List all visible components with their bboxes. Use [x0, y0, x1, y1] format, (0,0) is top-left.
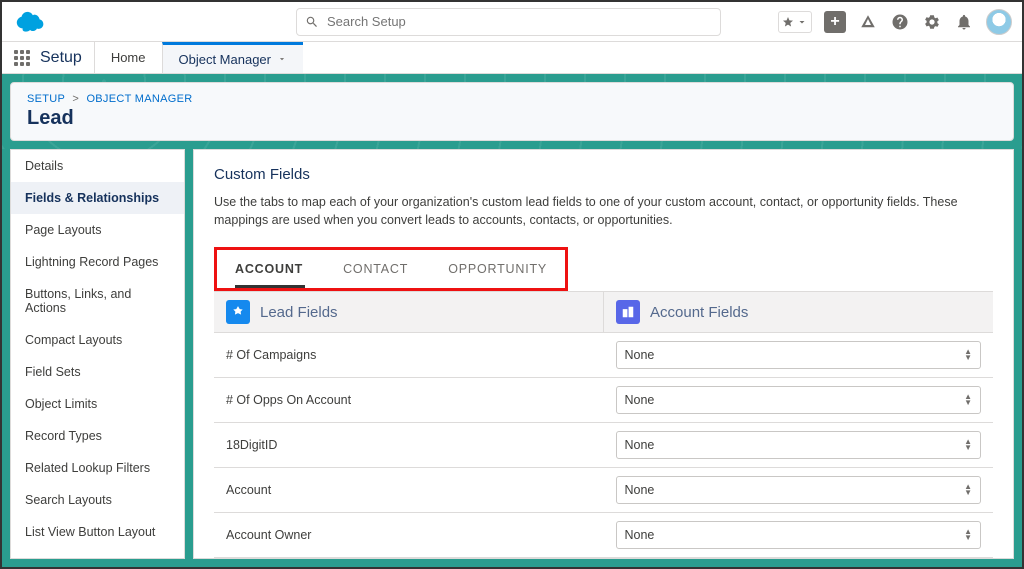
- select-value: None: [625, 348, 655, 362]
- chevron-down-icon: [277, 52, 287, 67]
- star-icon: [782, 16, 794, 28]
- create-button[interactable]: +: [824, 11, 846, 33]
- tab-opportunity[interactable]: OPPORTUNITY: [448, 262, 547, 282]
- lead-field-label: # Of Opps On Account: [214, 378, 604, 422]
- column-header-account: Account Fields: [603, 292, 993, 332]
- global-header: +: [2, 2, 1022, 42]
- app-launcher-icon: [14, 50, 30, 66]
- gear-icon[interactable]: [922, 12, 942, 32]
- account-field-select[interactable]: None ▲▼: [616, 431, 982, 459]
- page-title: Lead: [27, 107, 997, 130]
- sidebar-item-lightning-record-pages[interactable]: Lightning Record Pages: [11, 246, 184, 278]
- account-field-cell: None ▲▼: [604, 333, 994, 377]
- mapping-table: Lead Fields Account Fields # Of Campaign…: [214, 291, 993, 559]
- account-field-cell: None ▲▼: [604, 513, 994, 557]
- sidebar-item-field-sets[interactable]: Field Sets: [11, 356, 184, 388]
- app-name: Setup: [40, 49, 82, 67]
- select-stepper-icon: ▲▼: [964, 439, 972, 451]
- account-field-cell: None ▲▼: [604, 378, 994, 422]
- column-header-account-label: Account Fields: [650, 304, 748, 321]
- sidebar-item-search-layouts[interactable]: Search Layouts: [11, 484, 184, 516]
- mapping-row: Account None ▲▼: [214, 468, 993, 513]
- favorites-button[interactable]: [778, 11, 812, 33]
- sidebar-item-buttons-links-and-actions[interactable]: Buttons, Links, and Actions: [11, 278, 184, 324]
- mapping-row: # Of Opps On Account None ▲▼: [214, 378, 993, 423]
- sidebar-item-object-access[interactable]: Object Access: [11, 548, 184, 558]
- column-header-lead: Lead Fields: [214, 292, 603, 332]
- select-stepper-icon: ▲▼: [964, 484, 972, 496]
- account-field-select[interactable]: None ▲▼: [616, 341, 982, 369]
- lead-field-label: # Of Campaigns: [214, 333, 604, 377]
- mapping-row: 18DigitID None ▲▼: [214, 423, 993, 468]
- lead-field-label: Account: [214, 468, 604, 512]
- select-stepper-icon: ▲▼: [964, 349, 972, 361]
- page-header-band: SETUP > OBJECT MANAGER Lead: [2, 74, 1022, 149]
- sidebar-item-page-layouts[interactable]: Page Layouts: [11, 214, 184, 246]
- main-content: Custom Fields Use the tabs to map each o…: [193, 149, 1014, 559]
- account-field-select[interactable]: None ▲▼: [616, 476, 982, 504]
- tab-contact[interactable]: CONTACT: [343, 262, 408, 282]
- lead-field-label: Brand: [214, 558, 604, 559]
- sidebar-item-compact-layouts[interactable]: Compact Layouts: [11, 324, 184, 356]
- mapping-tabs-highlight: ACCOUNT CONTACT OPPORTUNITY: [214, 247, 568, 291]
- mapping-tabs: ACCOUNT CONTACT OPPORTUNITY: [223, 256, 559, 288]
- select-stepper-icon: ▲▼: [964, 394, 972, 406]
- account-field-select[interactable]: None ▲▼: [616, 386, 982, 414]
- lead-icon: [226, 300, 250, 324]
- tab-home[interactable]: Home: [94, 42, 162, 73]
- account-field-select[interactable]: None ▲▼: [616, 521, 982, 549]
- mapping-row: # Of Campaigns None ▲▼: [214, 333, 993, 378]
- help-icon[interactable]: [890, 12, 910, 32]
- account-field-cell: None ▲▼: [604, 468, 994, 512]
- context-nav: Setup Home Object Manager: [2, 42, 1022, 74]
- section-description: Use the tabs to map each of your organiz…: [214, 193, 993, 229]
- search-icon: [305, 15, 319, 29]
- breadcrumb-object-manager[interactable]: OBJECT MANAGER: [86, 93, 192, 105]
- tab-object-manager[interactable]: Object Manager: [162, 42, 304, 73]
- sidebar-item-fields-relationships[interactable]: Fields & Relationships: [11, 182, 184, 214]
- account-field-cell: Brand▲▼: [604, 558, 994, 559]
- sidebar-item-record-types[interactable]: Record Types: [11, 420, 184, 452]
- lead-field-label: Account Owner: [214, 513, 604, 557]
- select-value: None: [625, 393, 655, 407]
- breadcrumb-setup[interactable]: SETUP: [27, 93, 65, 105]
- column-header-lead-label: Lead Fields: [260, 304, 338, 321]
- sidebar-item-list-view-button-layout[interactable]: List View Button Layout: [11, 516, 184, 548]
- object-sidebar: DetailsFields & RelationshipsPage Layout…: [10, 149, 185, 559]
- salesforce-cloud-icon: [12, 10, 46, 34]
- trailhead-icon[interactable]: [858, 12, 878, 32]
- select-value: None: [625, 528, 655, 542]
- sidebar-item-details[interactable]: Details: [11, 150, 184, 182]
- tab-home-label: Home: [111, 50, 146, 65]
- avatar[interactable]: [986, 9, 1012, 35]
- select-value: None: [625, 438, 655, 452]
- tab-object-manager-label: Object Manager: [179, 52, 272, 67]
- bell-icon[interactable]: [954, 12, 974, 32]
- page-header: SETUP > OBJECT MANAGER Lead: [10, 82, 1014, 141]
- select-stepper-icon: ▲▼: [964, 529, 972, 541]
- account-icon: [616, 300, 640, 324]
- tab-account[interactable]: ACCOUNT: [235, 262, 303, 282]
- caret-down-icon: [796, 16, 808, 28]
- app-launcher[interactable]: Setup: [2, 42, 94, 73]
- mapping-row: Account Owner None ▲▼: [214, 513, 993, 558]
- mapping-row: BrandBrand▲▼: [214, 558, 993, 559]
- account-field-cell: None ▲▼: [604, 423, 994, 467]
- section-title: Custom Fields: [214, 166, 993, 183]
- sidebar-item-related-lookup-filters[interactable]: Related Lookup Filters: [11, 452, 184, 484]
- breadcrumb: SETUP > OBJECT MANAGER: [27, 93, 997, 105]
- lead-field-label: 18DigitID: [214, 423, 604, 467]
- sidebar-item-object-limits[interactable]: Object Limits: [11, 388, 184, 420]
- search-input[interactable]: [327, 14, 712, 29]
- select-value: None: [625, 483, 655, 497]
- global-search[interactable]: [296, 8, 721, 36]
